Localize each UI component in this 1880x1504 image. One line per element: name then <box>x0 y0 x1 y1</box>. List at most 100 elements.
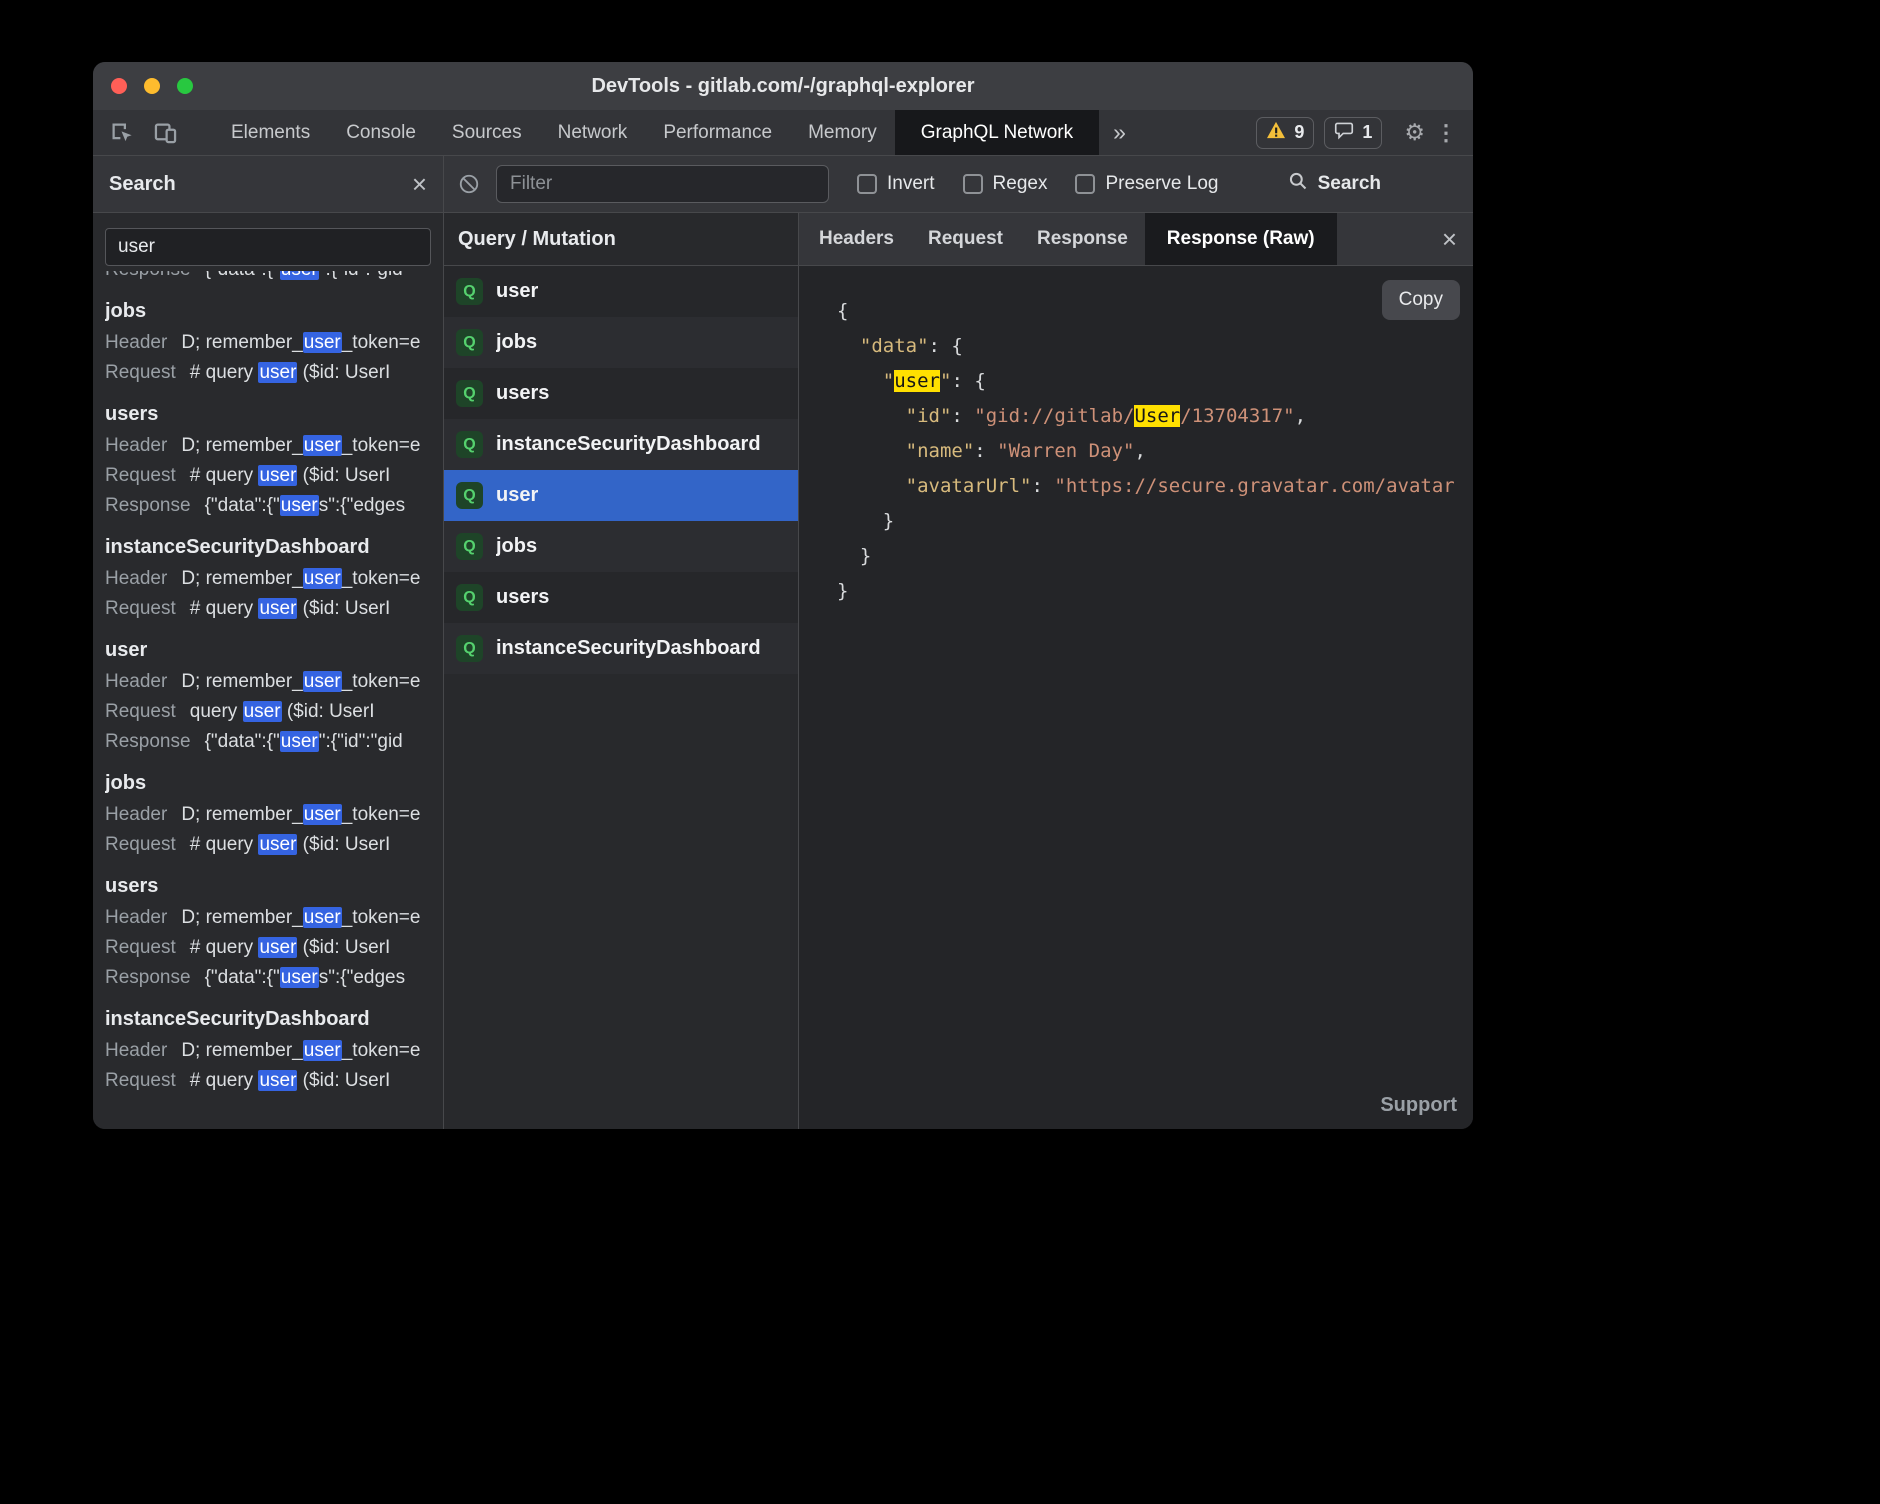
settings-gear-icon[interactable]: ⚙ <box>1404 119 1425 146</box>
search-result-line[interactable]: HeaderD; remember_user_token=e <box>105 1036 431 1066</box>
search-result-line[interactable]: HeaderD; remember_user_token=e <box>105 564 431 594</box>
match-highlight: user <box>280 967 319 988</box>
detail-tabs-bar: HeadersRequestResponseResponse (Raw) × <box>799 213 1473 266</box>
search-input[interactable] <box>106 229 430 265</box>
search-result-line[interactable]: Request# query user ($id: UserI <box>105 1066 431 1096</box>
search-result-line[interactable]: HeaderD; remember_user_token=e <box>105 328 431 358</box>
search-result-line[interactable]: Request# query user ($id: UserI <box>105 594 431 624</box>
clear-icon[interactable] <box>458 173 480 195</box>
toolbar-tab-memory[interactable]: Memory <box>790 110 895 155</box>
text-segment: # query <box>190 598 259 619</box>
query-item-label: jobs <box>496 535 537 558</box>
search-result-line[interactable]: HeaderD; remember_user_token=e <box>105 667 431 697</box>
query-list-panel: Query / Mutation QuserQjobsQusersQinstan… <box>444 213 799 1129</box>
close-search-icon[interactable]: × <box>412 171 427 197</box>
support-link[interactable]: Support <box>1380 1094 1457 1117</box>
query-item-instancesecuritydashboard[interactable]: QinstanceSecurityDashboard <box>444 623 798 674</box>
query-item-jobs[interactable]: Qjobs <box>444 317 798 368</box>
match-highlight: user <box>258 598 297 619</box>
close-window-button[interactable] <box>111 78 127 94</box>
search-result-title[interactable]: users <box>105 398 431 431</box>
search-result-line[interactable]: Response{"data":{"user":{"id":"gid <box>105 727 431 757</box>
query-item-users[interactable]: Qusers <box>444 368 798 419</box>
copy-button[interactable]: Copy <box>1382 280 1460 320</box>
text-segment: ($id: UserI <box>297 834 390 855</box>
text-segment: ($id: UserI <box>297 598 390 619</box>
json-token: /13704317" <box>1180 405 1294 427</box>
text-segment: D; remember_ <box>181 907 302 928</box>
json-line: "avatarUrl": "https://secure.gravatar.co… <box>837 469 1473 504</box>
inspect-element-icon[interactable] <box>99 110 143 155</box>
query-type-icon: Q <box>456 482 483 509</box>
search-result-line[interactable]: Request# query user ($id: UserI <box>105 461 431 491</box>
detail-tab-response[interactable]: Response <box>1020 213 1145 265</box>
checkbox-label: Regex <box>993 173 1048 195</box>
search-result-line[interactable]: Requestquery user ($id: UserI <box>105 697 431 727</box>
result-line-text: # query user ($id: UserI <box>190 834 391 855</box>
toolbar-tab-network[interactable]: Network <box>540 110 646 155</box>
menu-dots-icon[interactable]: ⋮ <box>1435 120 1457 146</box>
filter-input[interactable] <box>497 166 828 202</box>
search-result-line[interactable]: Request# query user ($id: UserI <box>105 358 431 388</box>
search-result-title[interactable]: instanceSecurityDashboard <box>105 531 431 564</box>
raw-response-view: Copy { "data": { "user": { "id": "gid://… <box>799 266 1473 1129</box>
search-result-title[interactable]: jobs <box>105 767 431 800</box>
detail-tab-headers[interactable]: Headers <box>802 213 911 265</box>
query-item-user[interactable]: Quser <box>444 266 798 317</box>
match-highlight: user <box>258 937 297 958</box>
issues-badge[interactable]: 1 <box>1324 117 1382 149</box>
text-segment: D; remember_ <box>181 804 302 825</box>
more-tabs-icon[interactable]: » <box>1099 110 1140 155</box>
search-result-title[interactable]: users <box>105 870 431 903</box>
text-segment: D; remember_ <box>181 568 302 589</box>
clipped-result-line[interactable]: Response{"data":{"user":{"id":"gid <box>105 271 431 285</box>
search-icon <box>1288 171 1308 197</box>
checkbox-icon <box>1075 174 1095 194</box>
query-item-jobs[interactable]: Qjobs <box>444 521 798 572</box>
search-result-line[interactable]: Response{"data":{"users":{"edges <box>105 491 431 521</box>
search-result-line[interactable]: HeaderD; remember_user_token=e <box>105 903 431 933</box>
search-result-title[interactable]: instanceSecurityDashboard <box>105 1003 431 1036</box>
search-toggle[interactable]: Search <box>1288 171 1381 197</box>
search-result-line[interactable]: Request# query user ($id: UserI <box>105 933 431 963</box>
toolbar-tab-graphql-network[interactable]: GraphQL Network <box>895 110 1099 155</box>
toolbar-tab-elements[interactable]: Elements <box>213 110 328 155</box>
match-highlight: user <box>303 1040 342 1061</box>
query-item-users[interactable]: Qusers <box>444 572 798 623</box>
traffic-lights <box>111 62 193 110</box>
query-item-user[interactable]: Quser <box>444 470 798 521</box>
minimize-window-button[interactable] <box>144 78 160 94</box>
device-toolbar-icon[interactable] <box>143 110 187 155</box>
search-result-line[interactable]: HeaderD; remember_user_token=e <box>105 431 431 461</box>
filter-checkbox-invert[interactable]: Invert <box>857 173 935 195</box>
detail-tab-request[interactable]: Request <box>911 213 1020 265</box>
titlebar[interactable]: DevTools - gitlab.com/-/graphql-explorer <box>93 62 1473 110</box>
search-result-title[interactable]: jobs <box>105 295 431 328</box>
result-line-label: Header <box>105 435 167 456</box>
detail-panel: HeadersRequestResponseResponse (Raw) × C… <box>799 213 1473 1129</box>
text-segment: # query <box>190 834 259 855</box>
zoom-window-button[interactable] <box>177 78 193 94</box>
search-match-highlight: user <box>894 370 940 392</box>
search-match-highlight: User <box>1134 405 1180 427</box>
search-result-line[interactable]: Request# query user ($id: UserI <box>105 830 431 860</box>
search-result-line[interactable]: Response{"data":{"users":{"edges <box>105 963 431 993</box>
result-line-label: Request <box>105 465 176 486</box>
search-result-line[interactable]: Response{"data":{"user":{"id":"gid <box>105 271 431 285</box>
filter-checkbox-regex[interactable]: Regex <box>963 173 1048 195</box>
toolbar-tab-sources[interactable]: Sources <box>434 110 540 155</box>
toolbar-tab-performance[interactable]: Performance <box>645 110 790 155</box>
search-result-line[interactable]: HeaderD; remember_user_token=e <box>105 800 431 830</box>
text-segment: ":{"id":"gid <box>319 271 403 280</box>
search-result-title[interactable]: user <box>105 634 431 667</box>
warnings-badge[interactable]: 9 <box>1256 117 1314 149</box>
json-token <box>837 475 906 497</box>
raw-json: { "data": { "user": { "id": "gid://gitla… <box>837 294 1473 609</box>
result-line-text: {"data":{"user":{"id":"gid <box>205 731 403 752</box>
search-result-entry: instanceSecurityDashboardHeaderD; rememb… <box>105 531 431 624</box>
close-detail-icon[interactable]: × <box>1442 226 1457 252</box>
detail-tab-response-raw[interactable]: Response (Raw) <box>1145 213 1337 265</box>
query-item-instancesecuritydashboard[interactable]: QinstanceSecurityDashboard <box>444 419 798 470</box>
filter-checkbox-preserve-log[interactable]: Preserve Log <box>1075 173 1218 195</box>
toolbar-tab-console[interactable]: Console <box>328 110 434 155</box>
